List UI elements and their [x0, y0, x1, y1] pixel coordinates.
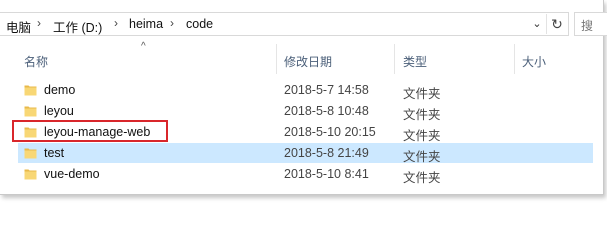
breadcrumb-item-drive[interactable]: 工作 (D:) — [53, 17, 102, 36]
file-row[interactable]: test 2018-5-8 21:49 文件夹 — [18, 143, 593, 164]
file-modified-date: 2018-5-8 21:49 — [284, 146, 369, 160]
explorer-window: 电脑 › 工作 (D:) › heima › code ⌄ ↻ 搜 ^ 名称 修… — [0, 0, 607, 195]
breadcrumb-separator-icon[interactable]: › — [170, 16, 174, 30]
annotation-highlight-box — [12, 120, 168, 142]
folder-icon — [24, 106, 37, 117]
search-placeholder: 搜 — [581, 19, 594, 33]
file-modified-date: 2018-5-8 10:48 — [284, 104, 369, 118]
file-type: 文件夹 — [403, 108, 441, 122]
column-modified-header[interactable]: 修改日期 — [284, 53, 332, 70]
file-name: demo — [44, 83, 76, 97]
column-divider[interactable] — [276, 44, 277, 74]
address-dropdown-icon[interactable]: ⌄ — [529, 15, 545, 33]
folder-icon — [24, 169, 37, 180]
file-row[interactable]: vue-demo 2018-5-10 8:41 文件夹 — [18, 164, 593, 185]
refresh-icon[interactable]: ↻ — [546, 14, 567, 34]
file-name: vue-demo — [44, 167, 100, 181]
file-type: 文件夹 — [403, 150, 441, 164]
breadcrumb-item-computer[interactable]: 电脑 — [6, 17, 31, 36]
column-size-header[interactable]: 大小 — [522, 53, 546, 70]
breadcrumb-separator-icon[interactable]: › — [37, 16, 41, 30]
file-modified-date: 2018-5-10 20:15 — [284, 125, 376, 139]
column-name-header[interactable]: 名称 — [24, 53, 48, 70]
breadcrumb-item-heima[interactable]: heima — [129, 17, 163, 31]
column-divider[interactable] — [514, 44, 515, 74]
column-type-header[interactable]: 类型 — [403, 53, 427, 70]
file-name: leyou — [44, 104, 74, 118]
file-modified-date: 2018-5-10 8:41 — [284, 167, 369, 181]
folder-icon — [24, 148, 37, 159]
file-row[interactable]: leyou 2018-5-8 10:48 文件夹 — [18, 101, 593, 122]
search-box[interactable]: 搜 — [574, 12, 607, 36]
file-type: 文件夹 — [403, 171, 441, 185]
file-type: 文件夹 — [403, 87, 441, 101]
folder-icon — [24, 85, 37, 96]
file-row[interactable]: demo 2018-5-7 14:58 文件夹 — [18, 80, 593, 101]
breadcrumb-separator-icon[interactable]: › — [114, 16, 118, 30]
column-divider[interactable] — [394, 44, 395, 74]
file-name: test — [44, 146, 65, 160]
file-modified-date: 2018-5-7 14:58 — [284, 83, 369, 97]
address-bar[interactable]: 电脑 › 工作 (D:) › heima › code ⌄ ↻ — [0, 12, 569, 36]
sort-ascending-icon: ^ — [141, 41, 146, 52]
file-type: 文件夹 — [403, 129, 441, 143]
breadcrumb-item-code[interactable]: code — [186, 17, 213, 31]
column-header: ^ 名称 修改日期 类型 大小 — [0, 41, 603, 74]
